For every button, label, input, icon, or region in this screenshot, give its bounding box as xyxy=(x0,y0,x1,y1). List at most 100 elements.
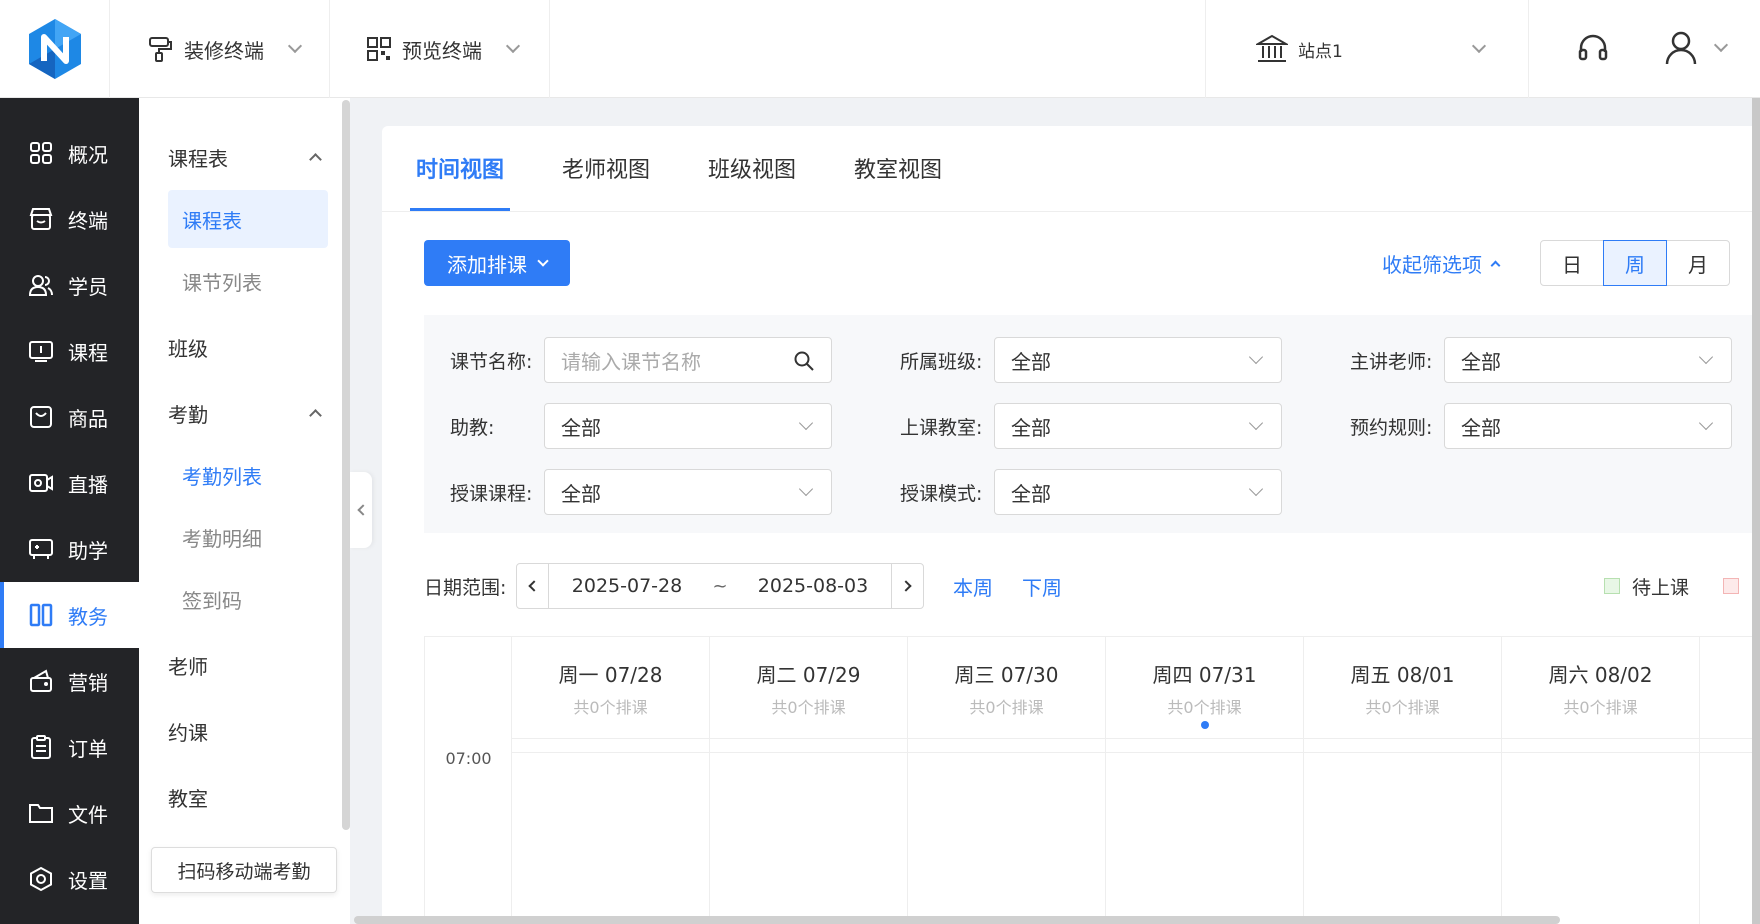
subnav-item-booking[interactable]: 约课 xyxy=(139,698,350,764)
sidebar-item-products[interactable]: 商品 xyxy=(0,384,139,450)
assistant-select[interactable]: 全部 xyxy=(544,403,832,449)
room-select[interactable]: 全部 xyxy=(994,403,1282,449)
horizontal-scrollbar[interactable] xyxy=(354,916,1560,924)
collapse-filter-link[interactable]: 收起筛选项 xyxy=(1382,240,1501,286)
date-end[interactable]: 2025-08-03 xyxy=(735,575,891,597)
day-title: 周六 08/02 xyxy=(1548,662,1653,687)
subnav-item-classroom[interactable]: 教室 xyxy=(139,764,350,830)
scan-attendance-tooltip[interactable]: 扫码移动端考勤 xyxy=(151,847,337,893)
lecturer-value: 全部 xyxy=(1461,349,1501,374)
mode-select[interactable]: 全部 xyxy=(994,469,1282,515)
next-week-link[interactable]: 下周 xyxy=(1022,563,1062,609)
subnav-item-label: 签到码 xyxy=(182,588,242,613)
subnav-group-label: 教室 xyxy=(168,786,208,811)
dashboard-icon xyxy=(30,142,52,164)
tab-class-view[interactable]: 班级视图 xyxy=(702,126,802,211)
subnav-item-teacher[interactable]: 老师 xyxy=(139,632,350,698)
lesson-name-input[interactable]: 请输入课节名称 xyxy=(544,337,832,383)
tab-time-view[interactable]: 时间视图 xyxy=(410,126,511,211)
subnav-item-attendance-detail[interactable]: 考勤明细 xyxy=(168,508,328,566)
sidebar-item-label: 课程 xyxy=(68,340,108,365)
user-icon xyxy=(1665,31,1697,65)
prev-week-button[interactable] xyxy=(517,564,549,608)
add-schedule-button[interactable]: 添加排课 xyxy=(424,240,570,286)
logo[interactable] xyxy=(0,0,110,98)
collapse-sidebar-button[interactable] xyxy=(350,472,372,548)
support-button[interactable] xyxy=(1576,32,1610,71)
subnav-item-schedule[interactable]: 课程表 xyxy=(168,190,328,248)
user-menu[interactable] xyxy=(1664,30,1729,66)
chevron-down-icon xyxy=(537,255,549,267)
date-range-picker[interactable]: 2025-07-28 ~ 2025-08-03 xyxy=(516,563,924,609)
subnav-item-attendance-list[interactable]: 考勤列表 xyxy=(168,446,328,504)
site-label: 站点1 xyxy=(1298,41,1343,62)
class-value: 全部 xyxy=(1011,349,1051,374)
tab-classroom-view[interactable]: 教室视图 xyxy=(848,126,948,211)
time-column xyxy=(425,637,512,924)
sidebar-item-marketing[interactable]: 营销 xyxy=(0,648,139,714)
sidebar-item-overview[interactable]: 概况 xyxy=(0,120,139,186)
subnav-item-checkin-code[interactable]: 签到码 xyxy=(168,570,328,628)
sidebar-item-academic[interactable]: 教务 xyxy=(0,582,139,648)
site-selector[interactable]: 站点1 xyxy=(1205,0,1529,98)
preview-terminal-label: 预览终端 xyxy=(402,38,482,63)
subnav-group-label: 课程表 xyxy=(168,146,228,171)
search-icon xyxy=(794,351,814,371)
headset-icon xyxy=(1578,34,1608,61)
date-start[interactable]: 2025-07-28 xyxy=(549,575,705,597)
sidebar-item-label: 设置 xyxy=(68,868,108,893)
day-title: 周一 07/28 xyxy=(558,662,663,687)
day-title: 周四 07/31 xyxy=(1152,662,1257,687)
add-schedule-label: 添加排课 xyxy=(447,252,527,277)
booking-rule-select[interactable]: 全部 xyxy=(1444,403,1732,449)
day-count: 共0个排课 xyxy=(573,697,648,717)
course-value: 全部 xyxy=(561,481,601,506)
view-day-button[interactable]: 日 xyxy=(1540,240,1604,286)
sidebar-item-files[interactable]: 文件 xyxy=(0,780,139,846)
subnav-item-class[interactable]: 班级 xyxy=(139,314,350,380)
calendar-day-tue[interactable]: 周二 07/29 共0个排课 xyxy=(710,637,908,924)
calendar-day-sat[interactable]: 周六 08/02 共0个排课 xyxy=(1502,637,1700,924)
calendar-day-fri[interactable]: 周五 08/01 共0个排课 xyxy=(1304,637,1502,924)
subnav-scrollbar[interactable] xyxy=(342,100,350,830)
subnav-group-schedule[interactable]: 课程表 xyxy=(139,124,350,190)
tab-teacher-view[interactable]: 老师视图 xyxy=(556,126,656,211)
sidebar-item-terminal[interactable]: 终端 xyxy=(0,186,139,252)
preview-terminal-menu[interactable]: 预览终端 xyxy=(330,0,550,98)
subnav-item-lesson-list[interactable]: 课节列表 xyxy=(168,252,328,310)
class-select[interactable]: 全部 xyxy=(994,337,1282,383)
sidebar-item-label: 概况 xyxy=(68,142,108,167)
decorate-terminal-menu[interactable]: 装修终端 xyxy=(110,0,330,98)
next-week-arrow[interactable] xyxy=(891,564,923,608)
subnav-group-attendance[interactable]: 考勤 xyxy=(139,380,350,446)
date-range-row: 日期范围: 2025-07-28 ~ 2025-08-03 本周 下周 待上课 xyxy=(424,563,1760,609)
calendar-day-thu[interactable]: 周四 07/31 共0个排课 xyxy=(1106,637,1304,924)
subnav-group-label: 老师 xyxy=(168,654,208,679)
sidebar-item-live[interactable]: 直播 xyxy=(0,450,139,516)
vertical-scrollbar[interactable] xyxy=(1752,98,1760,924)
this-week-link[interactable]: 本周 xyxy=(953,563,993,609)
chevron-up-icon xyxy=(309,153,322,166)
course-select[interactable]: 全部 xyxy=(544,469,832,515)
sidebar-item-orders[interactable]: 订单 xyxy=(0,714,139,780)
video-icon xyxy=(29,474,53,492)
class-label: 所属班级: xyxy=(900,350,983,373)
sidebar-item-courses[interactable]: 课程 xyxy=(0,318,139,384)
sidebar-item-students[interactable]: 学员 xyxy=(0,252,139,318)
assistant-label: 助教: xyxy=(450,416,495,439)
day-title: 周三 07/30 xyxy=(954,662,1059,687)
view-month-button[interactable]: 月 xyxy=(1666,240,1730,286)
view-week-button[interactable]: 周 xyxy=(1603,240,1667,286)
sidebar-item-settings[interactable]: 设置 xyxy=(0,846,139,912)
lecturer-select[interactable]: 全部 xyxy=(1444,337,1732,383)
lesson-name-label: 课节名称: xyxy=(450,350,533,373)
calendar-day-wed[interactable]: 周三 07/30 共0个排课 xyxy=(908,637,1106,924)
sidebar-item-label: 商品 xyxy=(68,406,108,431)
calendar-day-mon[interactable]: 周一 07/28 共0个排课 xyxy=(512,637,710,924)
chevron-down-icon xyxy=(1698,415,1714,431)
sub-sidebar: 课程表 课程表 课节列表 班级 考勤 考勤列表 考勤明细 签到码 老师 约课 教… xyxy=(139,98,350,924)
day-count: 共0个排课 xyxy=(771,697,846,717)
sidebar-item-assist[interactable]: 助学 xyxy=(0,516,139,582)
calendar-day-sun[interactable] xyxy=(1700,637,1760,924)
book-icon xyxy=(29,341,53,362)
